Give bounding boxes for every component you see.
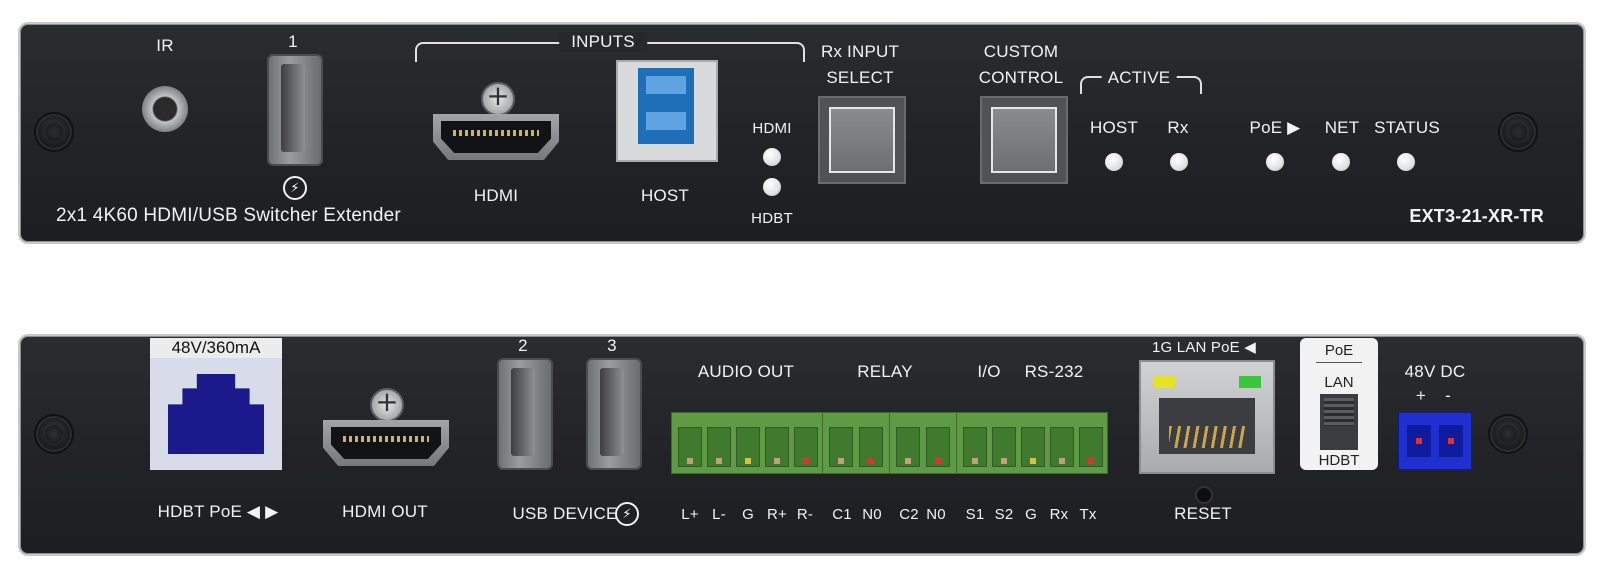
ir-sensor-jack[interactable]	[142, 86, 188, 132]
led-hdbt-label: HDBT	[751, 210, 793, 227]
usb-device-label: USB DEVICE	[512, 504, 618, 523]
dc-power-connector[interactable]	[1398, 412, 1472, 470]
hdmi-input-label: HDMI	[473, 186, 519, 205]
rx-input-select-label-1: Rx INPUT	[820, 42, 900, 61]
led-net	[1332, 153, 1350, 171]
relay-pin-label: N0	[862, 506, 882, 523]
audio-pin-label: G	[742, 506, 754, 523]
active-rx-label: Rx	[1167, 118, 1189, 137]
hdmi-output-port[interactable]	[323, 420, 449, 472]
mounting-screw-left	[34, 112, 74, 152]
led-active-host	[1105, 153, 1123, 171]
rx-input-select-button[interactable]	[818, 96, 906, 184]
hdbt-poe-label: HDBT PoE ◀ ▶	[157, 502, 279, 521]
audio-out-terminal-block[interactable]	[671, 412, 823, 474]
custom-control-button[interactable]	[980, 96, 1068, 184]
relay-pin-label: N0	[926, 506, 946, 523]
mounting-screw-left-rear	[34, 414, 74, 454]
io-label: I/O	[977, 362, 1001, 381]
relay-pin-label: C1	[832, 506, 852, 523]
switch-mid-label: LAN	[1324, 374, 1354, 391]
front-panel: IR 1 ⚡ INPUTS HDMI HOST HDMI HDBT Rx INP…	[18, 22, 1586, 244]
rx-input-select-label-2: SELECT	[826, 68, 894, 87]
rs232-pin-label: Tx	[1079, 506, 1097, 523]
lan-led-yellow	[1153, 376, 1175, 388]
relay-pin-label: C2	[899, 506, 919, 523]
led-poe	[1266, 153, 1284, 171]
io-rs232-terminal-block[interactable]	[956, 412, 1108, 474]
dc-plus-label: +	[1415, 386, 1427, 405]
hdmi-out-screw-icon	[370, 385, 404, 422]
rs232-pin-label: G	[1025, 506, 1037, 523]
switch-bottom-label: HDBT	[1318, 452, 1360, 469]
usb-port-1-number: 1	[288, 32, 298, 51]
poe-mode-switch[interactable]	[1320, 394, 1358, 450]
audio-out-label: AUDIO OUT	[697, 362, 795, 381]
switch-divider	[1316, 362, 1362, 363]
dc-minus-label: -	[1445, 386, 1451, 405]
mounting-screw-right-rear	[1488, 414, 1528, 454]
audio-pin-label: L+	[681, 506, 699, 523]
hdbt-power-label: 48V/360mA	[150, 338, 282, 358]
led-hdmi-label: HDMI	[752, 120, 792, 137]
io-pin-label: S2	[994, 506, 1014, 523]
usb-device-port-2[interactable]	[497, 358, 553, 470]
hdmi-screw-icon	[481, 79, 515, 116]
active-host-label: HOST	[1089, 118, 1139, 137]
custom-control-label-2: CONTROL	[978, 68, 1064, 87]
rs232-pin-label: Rx	[1049, 506, 1069, 523]
switch-top-label: PoE	[1324, 342, 1354, 359]
power-bolt-icon: ⚡	[283, 176, 307, 200]
lan-label: 1G LAN PoE ◀	[1152, 339, 1256, 356]
net-label: NET	[1324, 118, 1360, 137]
io-pin-label: S1	[965, 506, 985, 523]
usb-b-host-port[interactable]	[616, 60, 718, 162]
audio-pin-label: R+	[767, 506, 787, 523]
inputs-label: INPUTS	[559, 32, 647, 52]
led-active-rx	[1170, 153, 1188, 171]
relay-label: RELAY	[857, 362, 913, 381]
power-bolt-icon: ⚡	[615, 502, 639, 526]
active-label: ACTIVE	[1101, 68, 1177, 88]
rear-panel: 48V/360mA HDBT PoE ◀ ▶ HDMI OUT 2 3 USB …	[18, 334, 1586, 556]
hdbt-poe-port[interactable]	[150, 358, 282, 470]
led-status	[1397, 153, 1415, 171]
model-name: EXT3-21-XR-TR	[1409, 206, 1544, 226]
usb-device-port-3[interactable]	[586, 358, 642, 470]
ir-label: IR	[156, 36, 174, 55]
reset-button[interactable]	[1195, 486, 1213, 504]
hdmi-out-label: HDMI OUT	[342, 502, 428, 521]
usb-port-3-number: 3	[607, 336, 617, 355]
usb-port-2-number: 2	[518, 336, 528, 355]
status-label: STATUS	[1374, 118, 1440, 137]
usb-port-1[interactable]	[267, 54, 323, 166]
custom-control-label-1: CUSTOM	[983, 42, 1059, 61]
host-input-label: HOST	[640, 186, 690, 205]
relay-1-terminal-block[interactable]	[822, 412, 890, 474]
poe-mode-switch-plate: PoE LAN HDBT	[1300, 338, 1378, 470]
relay-2-terminal-block[interactable]	[889, 412, 957, 474]
rs232-label: RS-232	[1024, 362, 1084, 381]
hdmi-input-port[interactable]	[433, 114, 559, 166]
led-hdbt	[763, 178, 781, 196]
led-hdmi	[763, 148, 781, 166]
dc-label: 48V DC	[1404, 362, 1466, 381]
audio-pin-label: R-	[796, 506, 814, 523]
poe-label: PoE ▶	[1249, 118, 1301, 137]
reset-label: RESET	[1174, 504, 1232, 523]
lan-rj45-port[interactable]	[1139, 360, 1275, 474]
lan-led-green	[1239, 376, 1261, 388]
product-description: 2x1 4K60 HDMI/USB Switcher Extender	[56, 205, 401, 226]
audio-pin-label: L-	[712, 506, 726, 523]
mounting-screw-right	[1498, 112, 1538, 152]
